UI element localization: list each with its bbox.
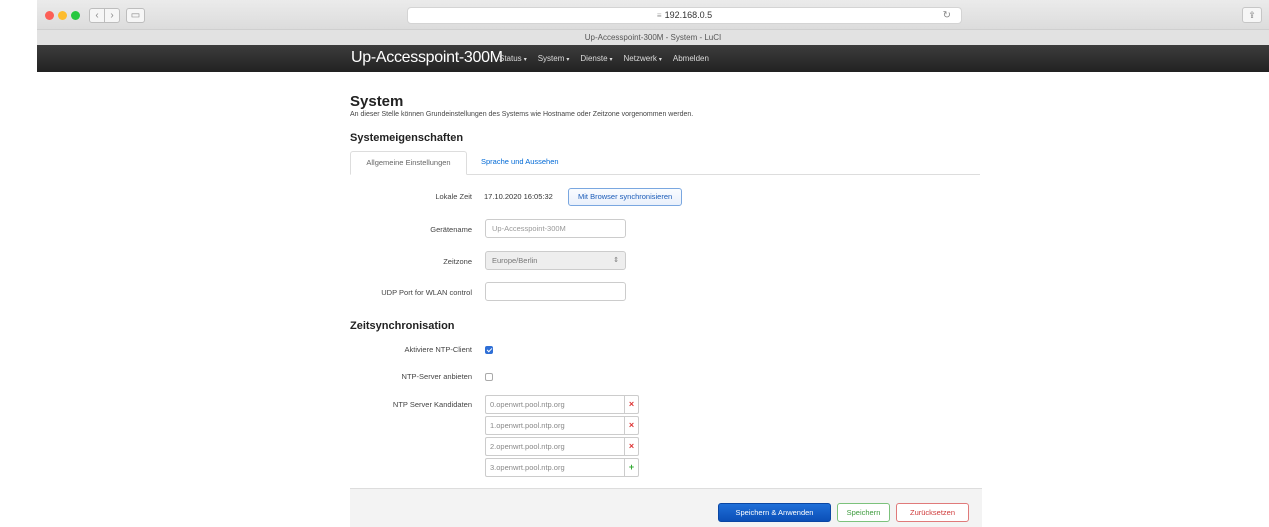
menu-abmelden[interactable]: Abmelden (673, 54, 709, 63)
add-icon[interactable]: + (625, 458, 639, 477)
tab-language[interactable]: Sprache und Aussehen (472, 151, 568, 175)
reset-button[interactable]: Zurücksetzen (896, 503, 969, 522)
udp-port-label: UDP Port for WLAN control (381, 288, 472, 297)
forward-icon[interactable]: › (104, 8, 120, 23)
address-text: 192.168.0.5 (664, 10, 713, 20)
sync-browser-button[interactable]: Mit Browser synchronisieren (568, 188, 683, 206)
ntp-server-checkbox[interactable] (485, 373, 493, 381)
reload-icon[interactable]: ↻ (943, 8, 951, 23)
address-bar[interactable]: ≡ 192.168.0.5 ↻ (407, 7, 962, 24)
site-info-icon: ≡ (656, 11, 662, 20)
ntp-candidate-field-0[interactable]: 0.openwrt.pool.ntp.org (485, 395, 625, 414)
hostname-label: Gerätename (430, 225, 472, 234)
browser-toolbar: ‹ › ▭ ≡ 192.168.0.5 ↻ ⇪ (37, 0, 1269, 29)
section-title-timesync: Zeitsynchronisation (350, 320, 455, 332)
menu-system[interactable]: System ▾ (538, 54, 570, 63)
ntp-candidate-field-3[interactable]: 3.openwrt.pool.ntp.org (485, 458, 625, 477)
ntp-candidate-field-2[interactable]: 2.openwrt.pool.ntp.org (485, 437, 625, 456)
menu-status[interactable]: Status ▾ (499, 54, 527, 63)
remove-icon[interactable]: × (625, 395, 639, 414)
tab-title: Up-Accesspoint-300M - System - LuCI (37, 29, 1269, 45)
menu-netzwerk[interactable]: Netzwerk ▾ (624, 54, 662, 63)
chevron-down-icon: ▾ (609, 57, 613, 63)
remove-icon[interactable]: × (625, 437, 639, 456)
brand-hostname[interactable]: Up-Accesspoint-300M (351, 49, 503, 67)
menu-status-label: Status (499, 54, 522, 63)
chevron-down-icon: ▾ (523, 57, 527, 63)
save-apply-button[interactable]: Speichern & Anwenden (718, 503, 831, 522)
udp-port-field[interactable] (485, 282, 626, 301)
menu-system-label: System (537, 54, 565, 63)
menu-dienste-label: Dienste (580, 54, 608, 63)
chevron-down-icon: ▾ (658, 57, 662, 63)
close-window-button[interactable] (45, 11, 54, 20)
chevron-down-icon: ▾ (566, 57, 570, 63)
local-time-label: Lokale Zeit (435, 192, 472, 201)
hostname-field[interactable]: Up-Accesspoint-300M (485, 219, 626, 238)
select-arrows-icon: ⇕ (613, 257, 619, 264)
sidebar-toggle-icon[interactable]: ▭ (126, 8, 145, 23)
minimize-window-button[interactable] (58, 11, 67, 20)
browser-chrome: ‹ › ▭ ≡ 192.168.0.5 ↻ ⇪ Up-Accesspoint-30… (37, 0, 1269, 45)
luci-header: Up-Accesspoint-300M Status ▾ System ▾ Dien… (37, 45, 1269, 72)
menu-dienste[interactable]: Dienste ▾ (580, 54, 612, 63)
save-button[interactable]: Speichern (837, 503, 890, 522)
main-menu: Status ▾ System ▾ Dienste ▾ Netzwerk ▾ Abmel… (499, 45, 720, 72)
back-icon[interactable]: ‹ (89, 8, 105, 23)
local-time-value: 17.10.2020 16:05:32 (484, 192, 553, 201)
form-actions: Speichern & Anwenden Speichern Zurückset… (350, 488, 982, 527)
form-labels: Lokale Zeit Gerätename Zeitzone UDP Port… (350, 72, 472, 512)
ntp-candidate-field-1[interactable]: 1.openwrt.pool.ntp.org (485, 416, 625, 435)
ntp-candidates-label: NTP Server Kandidaten (392, 400, 472, 409)
ntp-client-label: Aktiviere NTP-Client (404, 345, 472, 354)
ntp-client-checkbox[interactable] (485, 346, 493, 354)
zoom-window-button[interactable] (71, 11, 80, 20)
timezone-value: Europe/Berlin (492, 256, 538, 265)
remove-icon[interactable]: × (625, 416, 639, 435)
menu-netzwerk-label: Netzwerk (623, 54, 657, 63)
ntp-server-label: NTP-Server anbieten (401, 372, 472, 381)
share-icon[interactable]: ⇪ (1242, 7, 1262, 23)
timezone-select[interactable]: Europe/Berlin ⇕ (485, 251, 626, 270)
timezone-label: Zeitzone (443, 257, 472, 266)
